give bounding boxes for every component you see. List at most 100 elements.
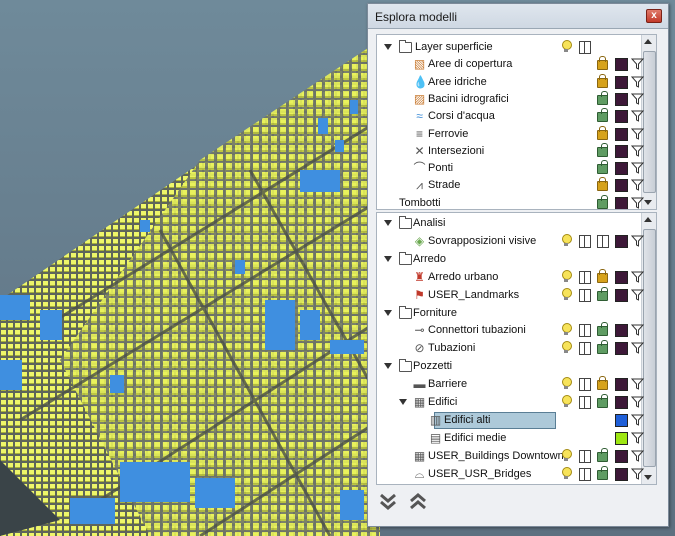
locked-icon[interactable] xyxy=(597,268,608,283)
color-swatch[interactable] xyxy=(615,179,628,193)
color-swatch[interactable] xyxy=(615,110,628,124)
label-book-icon[interactable] xyxy=(579,41,591,54)
visibility-bulb-icon[interactable] xyxy=(561,287,572,300)
color-swatch[interactable] xyxy=(615,431,628,445)
model-layers-list[interactable]: Analisi ◈ Sovrapposizioni visive Arredo ♜ Arr… xyxy=(376,212,657,485)
filter-icon[interactable] xyxy=(631,235,644,247)
tree-layer[interactable]: ⊘ Tubazioni xyxy=(377,340,644,357)
visibility-bulb-icon[interactable] xyxy=(561,269,572,282)
tree-layer[interactable]: ⌒ Ponti xyxy=(377,160,644,177)
filter-icon[interactable] xyxy=(631,324,644,337)
double-chevron-down-icon[interactable] xyxy=(378,492,398,512)
locked-icon[interactable] xyxy=(597,177,608,192)
tree-group[interactable]: Arredo xyxy=(377,251,642,268)
color-swatch[interactable] xyxy=(615,58,628,72)
unlocked-icon[interactable] xyxy=(597,160,608,175)
expand-arrow-icon[interactable] xyxy=(384,44,392,50)
tree-layer[interactable]: ▥ Edifici alti xyxy=(377,411,644,429)
label-book-icon[interactable] xyxy=(579,324,591,338)
visibility-bulb-icon[interactable] xyxy=(561,377,572,390)
visibility-bulb-icon[interactable] xyxy=(561,395,572,407)
close-icon[interactable]: x xyxy=(646,9,662,23)
unlocked-icon[interactable] xyxy=(597,286,608,301)
locked-icon[interactable] xyxy=(597,125,608,140)
tree-layer[interactable]: ⚑ USER_Landmarks xyxy=(377,286,644,304)
label-book-icon[interactable] xyxy=(579,270,591,284)
visibility-bulb-icon[interactable] xyxy=(561,341,572,354)
filter-icon[interactable] xyxy=(631,197,644,209)
expand-arrow-icon[interactable] xyxy=(384,309,392,316)
filter-icon[interactable] xyxy=(631,179,644,192)
expand-arrow-icon[interactable] xyxy=(384,255,392,262)
tree-layer[interactable]: ▦ Edifici xyxy=(377,394,644,411)
scrollbar-thumb[interactable] xyxy=(643,229,656,467)
tree-layer[interactable]: ▦ USER_Buildings Downtown xyxy=(377,447,644,465)
filter-icon[interactable] xyxy=(631,162,644,174)
visibility-bulb-icon[interactable] xyxy=(561,233,572,246)
label-book-icon[interactable] xyxy=(579,449,591,463)
scrollbar-thumb[interactable] xyxy=(643,51,656,193)
double-chevron-up-icon[interactable] xyxy=(408,492,428,512)
color-swatch[interactable] xyxy=(615,378,628,392)
unlocked-icon[interactable] xyxy=(597,108,608,123)
label-book-icon[interactable] xyxy=(579,378,591,392)
tree-layer[interactable]: ▬ Barriere xyxy=(377,376,644,393)
filter-icon[interactable] xyxy=(631,271,644,283)
scroll-up-icon[interactable] xyxy=(644,217,652,222)
tree-layer[interactable]: ⩘ Strade xyxy=(377,177,644,194)
unlocked-icon[interactable] xyxy=(597,394,608,408)
unlocked-icon[interactable] xyxy=(597,465,608,480)
filter-icon[interactable] xyxy=(631,76,644,88)
filter-icon[interactable] xyxy=(631,396,644,408)
color-swatch[interactable] xyxy=(615,234,628,248)
label-book-icon[interactable] xyxy=(579,342,591,356)
filter-icon[interactable] xyxy=(631,450,644,462)
tree-layer[interactable]: ▤ Edifici medie xyxy=(377,430,644,447)
expand-arrow-icon[interactable] xyxy=(384,363,392,370)
unlocked-icon[interactable] xyxy=(597,447,608,462)
tree-layer[interactable]: 💧 Aree idriche xyxy=(377,73,644,91)
tree-layer[interactable]: ⊸ Connettori tubazioni xyxy=(377,322,644,339)
unlocked-icon[interactable] xyxy=(597,340,608,355)
color-swatch[interactable] xyxy=(615,92,628,106)
label-book-icon[interactable] xyxy=(579,396,591,409)
color-swatch[interactable] xyxy=(615,288,628,302)
tree-layer[interactable]: ◈ Sovrapposizioni visive xyxy=(377,233,644,250)
tree-group[interactable]: Analisi xyxy=(377,215,642,232)
tree-layer[interactable]: ▨ Bacini idrografici xyxy=(377,90,644,108)
color-swatch[interactable] xyxy=(615,467,628,481)
color-swatch[interactable] xyxy=(615,413,628,427)
label-book-icon[interactable] xyxy=(579,234,591,248)
color-swatch[interactable] xyxy=(615,396,628,409)
expand-arrow-icon[interactable] xyxy=(384,220,392,226)
filter-icon[interactable] xyxy=(631,378,644,390)
filter-icon[interactable] xyxy=(631,110,644,122)
color-swatch[interactable] xyxy=(615,75,628,89)
unlocked-icon[interactable] xyxy=(597,194,608,209)
filter-icon[interactable] xyxy=(631,468,644,480)
scroll-down-icon[interactable] xyxy=(644,475,652,480)
color-swatch[interactable] xyxy=(615,449,628,463)
tree-group[interactable]: Layer superficie xyxy=(377,39,642,56)
filter-icon[interactable] xyxy=(631,289,644,301)
color-swatch[interactable] xyxy=(615,342,628,356)
unlocked-icon[interactable] xyxy=(597,322,608,337)
locked-icon[interactable] xyxy=(597,73,608,88)
color-swatch[interactable] xyxy=(615,162,628,176)
tree-layer[interactable]: ⌓ USER_USR_Bridges xyxy=(377,465,644,483)
unlocked-icon[interactable] xyxy=(597,142,608,157)
locked-icon[interactable] xyxy=(597,56,608,71)
expand-arrow-icon[interactable] xyxy=(399,399,407,405)
tree-group[interactable]: Pozzetti xyxy=(377,358,642,375)
color-swatch[interactable] xyxy=(615,144,628,158)
unlocked-icon[interactable] xyxy=(597,90,608,105)
tree-layer[interactable]: ≈ Corsi d'acqua xyxy=(377,108,644,125)
color-swatch[interactable] xyxy=(615,270,628,284)
label-book-icon[interactable] xyxy=(579,467,591,481)
scroll-down-icon[interactable] xyxy=(644,200,652,205)
tree-layer[interactable]: ✕ Intersezioni xyxy=(377,142,644,160)
filter-icon[interactable] xyxy=(631,342,644,355)
color-swatch[interactable] xyxy=(615,196,628,209)
visibility-bulb-icon[interactable] xyxy=(561,448,572,461)
color-swatch[interactable] xyxy=(615,127,628,141)
